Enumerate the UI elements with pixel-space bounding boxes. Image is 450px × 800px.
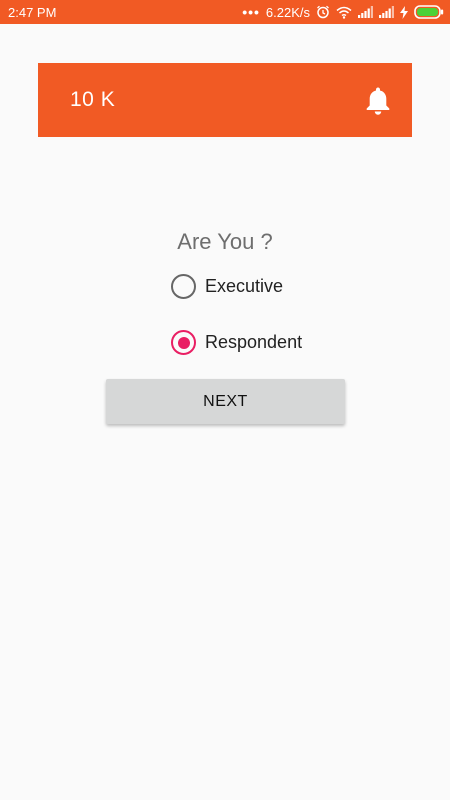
battery-icon [414, 5, 444, 19]
radio-button-unchecked[interactable] [171, 274, 196, 299]
count-label: 10 K [70, 88, 116, 111]
status-icons: ••• 6.22K/s [242, 5, 444, 20]
question-heading: Are You ? [177, 229, 273, 254]
signal-icon [358, 6, 373, 18]
status-bar: 2:47 PM ••• 6.22K/s [0, 0, 450, 24]
radio-option-executive[interactable]: Executive [171, 274, 283, 299]
app-bar: 10 K [38, 63, 412, 137]
radio-selected-dot [177, 336, 190, 349]
radio-label-respondent: Respondent [205, 332, 303, 352]
more-dots-icon: ••• [242, 4, 260, 20]
wifi-icon [336, 6, 352, 19]
network-speed: 6.22K/s [265, 4, 310, 20]
bell-icon[interactable] [362, 84, 394, 116]
status-time: 2:47 PM [8, 4, 57, 20]
radio-option-respondent[interactable]: Respondent [171, 330, 302, 355]
radio-button-checked[interactable] [171, 330, 196, 355]
charging-icon [400, 5, 408, 19]
signal-icon [379, 6, 394, 18]
alarm-icon [316, 5, 330, 19]
next-button[interactable]: NEXT [106, 379, 345, 424]
radio-label-executive: Executive [205, 276, 284, 296]
